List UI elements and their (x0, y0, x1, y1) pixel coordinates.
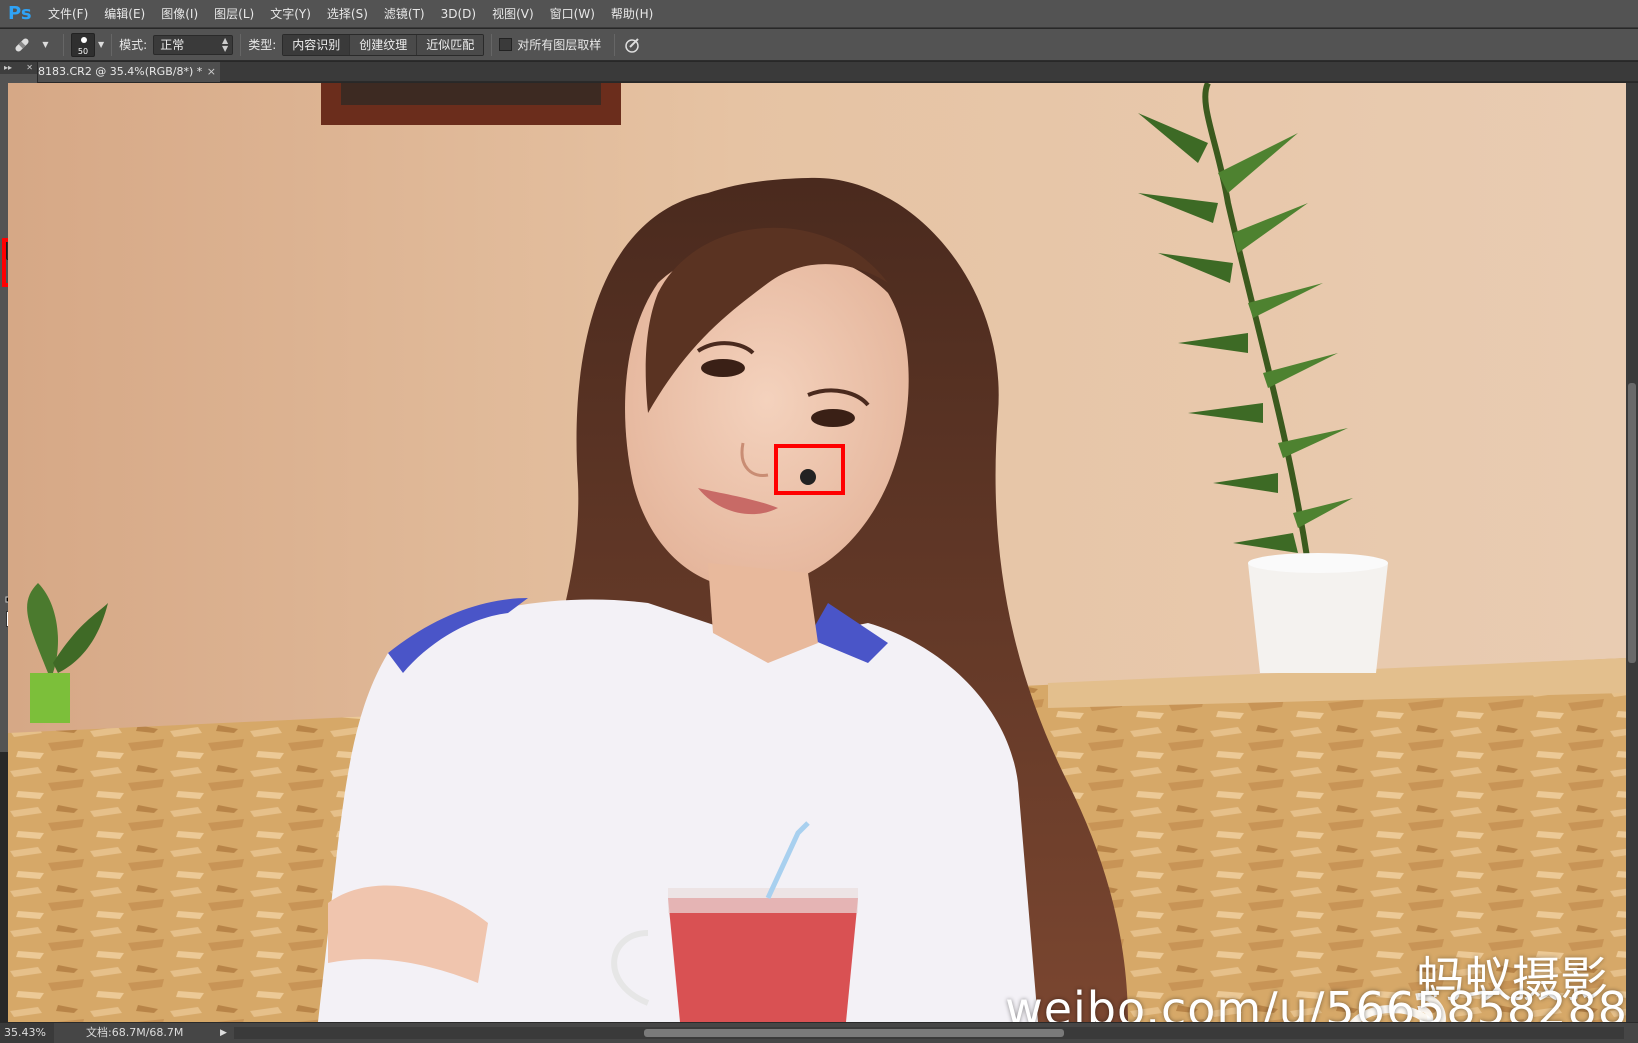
document-tab-bar: 8183.CR2 @ 35.4%(RGB/8*) * × (38, 62, 1638, 82)
pressure-brush-icon[interactable] (622, 35, 642, 55)
separator (614, 33, 616, 56)
menu-help[interactable]: 帮助(H) (603, 0, 661, 28)
brush-dot-icon (81, 36, 87, 43)
sample-all-layers-label: 对所有图层取样 (517, 38, 602, 52)
options-bar: ▼ 50 ▼ 模式: 正常 ▲ ▼ 类型: 内容识别 创建纹理 近似匹配 对所有图… (0, 29, 1638, 61)
type-segmented-control: 内容识别 创建纹理 近似匹配 (282, 33, 485, 56)
horizontal-scrollbar[interactable] (234, 1027, 1624, 1039)
brush-preview: 50 (71, 32, 95, 57)
mode-select[interactable]: 正常 ▲ ▼ (153, 34, 234, 55)
menu-bar: Ps 文件(F) 编辑(E) 图像(I) 图层(L) 文字(Y) 选择(S) 滤… (0, 0, 1638, 28)
type-content-aware-button[interactable]: 内容识别 (283, 34, 351, 55)
document-canvas[interactable] (8, 83, 1626, 1022)
zoom-field[interactable]: 35.43% (0, 1023, 54, 1043)
menu-window[interactable]: 窗口(W) (542, 0, 603, 28)
chevron-down-icon: ▼ (98, 40, 105, 49)
type-proximity-match-button[interactable]: 近似匹配 (417, 34, 484, 55)
separator (111, 33, 113, 56)
type-create-texture-button[interactable]: 创建纹理 (350, 34, 418, 55)
menu-image[interactable]: 图像(I) (153, 0, 206, 28)
brush-size: 50 (77, 46, 89, 56)
menu-layer[interactable]: 图层(L) (206, 0, 262, 28)
menu-select[interactable]: 选择(S) (319, 0, 376, 28)
document-tab-title: 8183.CR2 @ 35.4%(RGB/8*) * (38, 65, 203, 78)
menu-view[interactable]: 视图(V) (484, 0, 542, 28)
mode-label: 模式: (119, 38, 148, 52)
separator (63, 33, 64, 56)
separator (491, 33, 493, 56)
menu-edit[interactable]: 编辑(E) (96, 0, 153, 28)
photo-image (8, 83, 1626, 1022)
status-bar: 35.43% 文档:68.7M/68.7M ▶ (0, 1022, 1638, 1043)
collapse-icon[interactable]: ▸▸ (4, 62, 12, 74)
menu-3d[interactable]: 3D(D) (433, 0, 484, 28)
close-icon[interactable]: × (207, 62, 216, 82)
separator (240, 33, 242, 56)
menu-type[interactable]: 文字(Y) (262, 0, 319, 28)
chevron-down-icon: ▼ (42, 40, 49, 49)
close-icon[interactable]: ✕ (26, 62, 33, 74)
brush-picker[interactable]: 50 ▼ (71, 32, 105, 57)
mode-value: 正常 (160, 37, 185, 52)
document-info: 文档:68.7M/68.7M (86, 1026, 184, 1039)
document-tab[interactable]: 8183.CR2 @ 35.4%(RGB/8*) * × (38, 62, 220, 82)
horizontal-scroll-thumb[interactable] (644, 1029, 1064, 1037)
tool-preset-picker[interactable]: ▼ (4, 33, 56, 57)
vertical-scrollbar[interactable] (1626, 83, 1638, 1022)
app-logo: Ps (8, 3, 32, 24)
type-label: 类型: (248, 38, 277, 52)
sample-all-layers-checkbox[interactable] (499, 38, 513, 51)
select-arrows-icon: ▲ ▼ (222, 35, 229, 53)
menu-file[interactable]: 文件(F) (40, 0, 96, 28)
vertical-scroll-thumb[interactable] (1628, 383, 1636, 663)
spot-healing-brush-icon (15, 37, 29, 52)
menu-filter[interactable]: 滤镜(T) (376, 0, 433, 28)
status-menu-arrow-icon[interactable]: ▶ (220, 1023, 227, 1043)
tools-panel-header[interactable]: ▸▸ ✕ (0, 62, 37, 74)
